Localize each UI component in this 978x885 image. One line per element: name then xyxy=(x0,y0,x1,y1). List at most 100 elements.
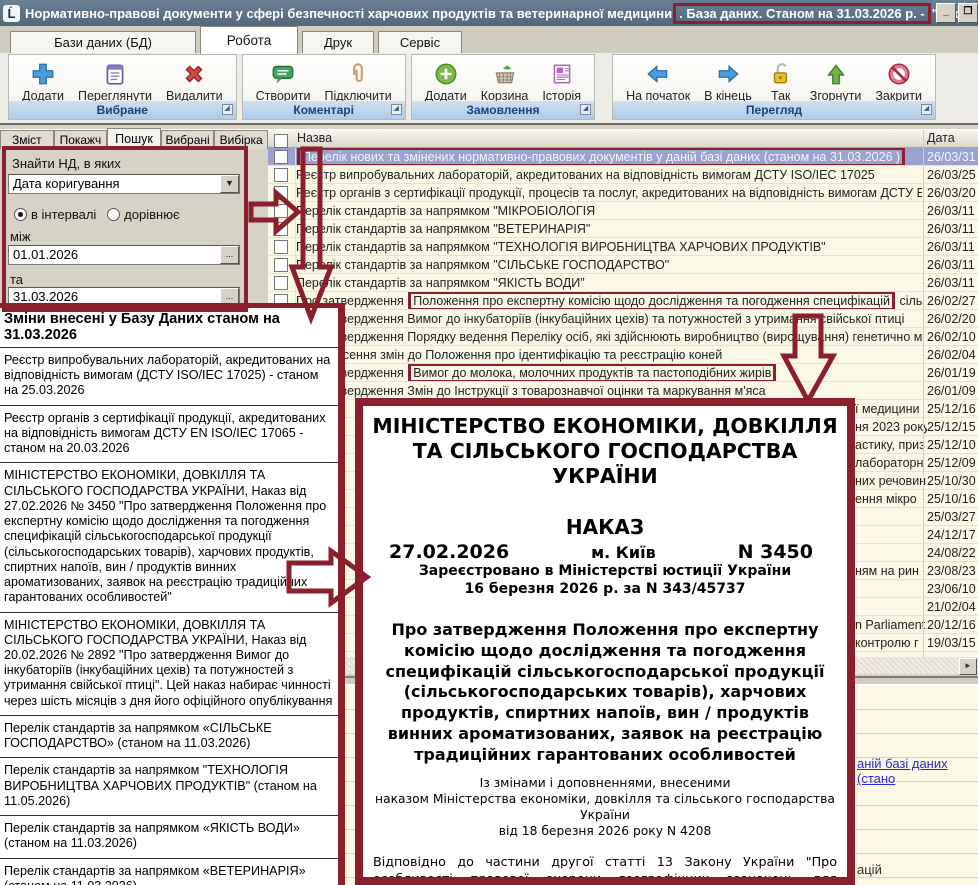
chevron-down-icon[interactable]: ▼ xyxy=(220,175,239,193)
table-row[interactable]: Перелік стандартів за напрямком "СІЛЬСЬК… xyxy=(268,256,978,274)
maximize-button[interactable]: ❒ xyxy=(958,3,978,23)
row-date: 26/03/20 xyxy=(927,184,976,202)
favorites-add-button[interactable]: Додати xyxy=(15,58,71,104)
plus-icon xyxy=(28,59,58,89)
table-row[interactable]: Про внесення змін до Положення про ідент… xyxy=(268,346,978,364)
row-checkbox[interactable] xyxy=(274,150,288,164)
view-first-button[interactable]: На початок xyxy=(619,58,697,104)
row-title: Перелік стандартів за напрямком "ТЕХНОЛО… xyxy=(296,238,922,255)
arrow-up-icon xyxy=(821,59,851,89)
search-field-dropdown[interactable] xyxy=(8,174,240,194)
amend-line1: Із змінами і доповненнями, внесеними xyxy=(363,776,847,792)
scroll-right-icon[interactable]: ► xyxy=(959,658,977,675)
row-title: Реєстр органів з сертифікації продукції,… xyxy=(296,184,922,201)
row-date: 21/02/04 xyxy=(927,598,976,616)
table-header[interactable]: Назва Дата при ▼ xyxy=(268,130,978,148)
dialog-launcher-icon[interactable]: ◢ xyxy=(391,104,402,115)
comments-create-button[interactable]: Створити xyxy=(249,58,318,104)
ribbon-group-favorites: Додати Переглянути Видалити Вибране ◢ xyxy=(8,54,237,120)
document-popup: МІНІСТЕРСТВО ЕКОНОМІКИ, ДОВКІЛЛЯ ТА СІЛЬ… xyxy=(355,398,855,885)
row-title: Про затвердження Вимог до молока, молочн… xyxy=(296,364,922,381)
radio-interval[interactable] xyxy=(14,208,27,221)
annotation-box-row-text: Положення про експертну комісію щодо дос… xyxy=(408,292,895,309)
row-checkbox[interactable] xyxy=(274,204,288,218)
table-row[interactable]: Про затвердження Вимог до інкубаторіїв (… xyxy=(268,310,978,328)
dialog-launcher-icon[interactable]: ◢ xyxy=(580,104,591,115)
row-title: них речовин xyxy=(855,472,927,490)
row-date: 26/03/11 xyxy=(927,274,975,292)
ribbon-group-orders: Додати Корзина Історія Замовлення ◢ xyxy=(411,54,595,120)
tab-service[interactable]: Сервіс xyxy=(378,31,462,53)
notepad-icon xyxy=(100,59,130,89)
radio-row: в інтервалі дорівнює xyxy=(14,207,180,222)
row-title: Перелік стандартів за напрямком "МІКРОБІ… xyxy=(296,202,922,219)
orders-history-button[interactable]: Історія xyxy=(535,58,588,104)
date-from-input[interactable] xyxy=(8,245,240,265)
row-title: Про затвердження Змін до Інструкції з то… xyxy=(296,382,922,399)
row-date: 25/12/09 xyxy=(927,454,976,472)
row-date: 26/03/11 xyxy=(927,220,975,238)
row-checkbox[interactable] xyxy=(274,240,288,254)
table-row[interactable]: Реєстр випробувальних лабораторій, акред… xyxy=(268,166,978,184)
favorites-delete-button[interactable]: Видалити xyxy=(159,58,230,104)
favorites-view-button[interactable]: Переглянути xyxy=(71,58,159,104)
row-date: 25/12/16 xyxy=(927,400,976,418)
changes-item: Перелік стандартів за напрямком «ВЕТЕРИН… xyxy=(0,859,338,885)
row-title: Про затвердження Порядку ведення Перелік… xyxy=(296,328,922,345)
window-title-highlight: . База даних. Станом на 31.03.2026 р. - xyxy=(673,3,931,24)
row-checkbox[interactable] xyxy=(274,276,288,290)
table-row[interactable]: Реєстр органів з сертифікації продукції,… xyxy=(268,184,978,202)
left-tab-strip: Зміст Покажч Пошук Вибрані Вибірка xyxy=(0,130,268,149)
ribbon-group-view: На початок В кінець Так Згорнути Закрити… xyxy=(612,54,936,120)
tab-databases[interactable]: Бази даних (БД) xyxy=(10,31,196,53)
comments-attach-button[interactable]: Підключити xyxy=(317,58,398,104)
row-checkbox[interactable] xyxy=(274,186,288,200)
document-body: Відповідно до частини другої статті 13 З… xyxy=(373,853,837,885)
radio-equals[interactable] xyxy=(107,208,120,221)
document-amendments: Із змінами і доповненнями, внесеними нак… xyxy=(363,776,847,840)
table-row[interactable]: Перелік стандартів за напрямком "ЯКІСТЬ … xyxy=(268,274,978,292)
table-row[interactable]: Про затвердження Порядку ведення Перелік… xyxy=(268,328,978,346)
registration-line2: 16 березня 2026 р. за N 343/45737 xyxy=(363,581,847,599)
preview-link[interactable]: аній базі даних (стано xyxy=(857,756,978,786)
group-label-comments: Коментарі xyxy=(243,101,405,119)
table-row[interactable]: Перелік стандартів за напрямком "МІКРОБІ… xyxy=(268,202,978,220)
row-title: контролю г xyxy=(855,634,927,652)
left-tab-contents[interactable]: Зміст xyxy=(0,130,54,149)
dialog-launcher-icon[interactable]: ◢ xyxy=(222,104,233,115)
orders-add-button[interactable]: Додати xyxy=(418,58,474,104)
left-tab-selected[interactable]: Вибрані xyxy=(161,130,215,149)
table-row[interactable]: Про затвердження Вимог до молока, молочн… xyxy=(268,364,978,382)
view-close-button[interactable]: Закрити xyxy=(868,58,929,104)
row-title: ням на рин xyxy=(855,562,927,580)
left-tab-selection[interactable]: Вибірка xyxy=(214,130,268,149)
row-date: 26/02/20 xyxy=(927,310,976,328)
row-checkbox[interactable] xyxy=(274,258,288,272)
left-tab-index[interactable]: Покажч xyxy=(54,130,108,149)
ellipsis-button[interactable]: ... xyxy=(220,246,239,264)
orders-basket-button[interactable]: Корзина xyxy=(474,58,536,104)
dialog-launcher-icon[interactable]: ◢ xyxy=(921,104,932,115)
paperclip-icon xyxy=(343,59,373,89)
table-row[interactable]: Перелік стандартів за напрямком "ВЕТЕРИН… xyxy=(268,220,978,238)
row-title: астику, приз xyxy=(855,436,927,454)
view-last-button[interactable]: В кінець xyxy=(697,58,759,104)
view-yes-button[interactable]: Так xyxy=(759,58,803,104)
tab-print[interactable]: Друк xyxy=(302,31,374,53)
table-row[interactable]: Перелік стандартів за напрямком "ТЕХНОЛО… xyxy=(268,238,978,256)
name-column-header[interactable]: Назва xyxy=(297,131,332,145)
left-tab-search[interactable]: Пошук xyxy=(107,128,161,149)
row-title: n Parliament xyxy=(855,616,927,634)
changes-item: Реєстр органів з сертифікації продукції,… xyxy=(0,406,338,464)
row-date: 26/03/11 xyxy=(927,256,975,274)
minimize-button[interactable]: _ xyxy=(936,3,956,23)
table-row[interactable]: Перелік нових та змінених нормативно-пра… xyxy=(268,148,978,166)
row-checkbox[interactable] xyxy=(274,222,288,236)
view-collapse-button[interactable]: Згорнути xyxy=(803,58,869,104)
header-checkbox[interactable] xyxy=(274,134,288,148)
tab-work[interactable]: Робота xyxy=(200,26,298,54)
row-checkbox[interactable] xyxy=(274,168,288,182)
search-title: Знайти НД, в яких xyxy=(12,156,121,171)
table-row[interactable]: Про затвердження Положення про експертну… xyxy=(268,292,978,310)
ribbon: Додати Переглянути Видалити Вибране ◢ Ст… xyxy=(0,53,978,123)
